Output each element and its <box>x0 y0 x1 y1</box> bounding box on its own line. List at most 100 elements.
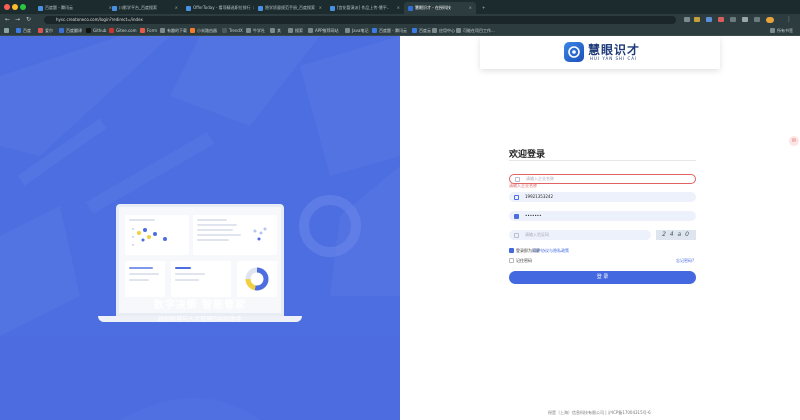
login-panel: 慧眼识才 HUI YAN SHI CAI 欢迎登录 请输入企业名称 请输入企业名… <box>400 36 800 420</box>
folder-icon <box>770 28 775 33</box>
bookmark-item[interactable]: 有趣的下载 <box>160 27 187 34</box>
browser-tab-active[interactable]: 慧眼识才 - 在授科技 × <box>404 2 476 14</box>
browser-tab[interactable]: 隐学质量规范手册_百度搜索 × <box>254 2 326 14</box>
browser-tab[interactable]: OfferToday - 看项精选职位排行× <box>182 2 254 14</box>
illustration-panel <box>171 261 231 297</box>
folder-icon <box>270 28 275 33</box>
bookmark-favicon-icon <box>160 28 165 33</box>
terms-link[interactable]: 用户协议与隐私政策 <box>533 248 569 253</box>
tab-favicon-icon <box>112 5 117 11</box>
eye-logo-icon <box>564 42 584 62</box>
illustration-panel <box>125 215 189 255</box>
bookmark-item[interactable]: 百度云 <box>412 27 431 34</box>
floating-help-icon[interactable]: ✉ <box>789 136 799 146</box>
login-title: 欢迎登录 <box>509 150 546 160</box>
captcha-image[interactable]: 2 4 a 0 <box>656 230 696 240</box>
bookmark-item[interactable]: Form <box>140 27 157 34</box>
brand-pinyin: HUI YAN SHI CAI <box>590 56 638 61</box>
phone-icon <box>514 194 519 200</box>
bookmark-favicon-icon <box>412 28 417 33</box>
bookmark-favicon-icon <box>86 28 91 33</box>
maximize-window-icon[interactable] <box>20 4 26 10</box>
browser-tab-bar: 百度题 - 腾讯云 × 川影学平台_百度搜索 × OfferToday - 看项精选… <box>0 0 800 14</box>
tab-close-icon[interactable]: × <box>469 2 472 14</box>
agree-checkbox[interactable] <box>509 248 514 253</box>
browser-toolbar: ← → ↻ hysc.creatoneco.com/login?redirect… <box>0 14 800 25</box>
browser-tab[interactable]: [宫化管演派] 作品上传-慧平.. × <box>326 2 404 14</box>
scatter-illustration <box>132 228 167 246</box>
tab-close-icon[interactable]: × <box>319 2 322 14</box>
tab-favicon-icon <box>38 5 43 11</box>
folder-icon <box>456 28 461 33</box>
browser-tab[interactable]: 百度题 - 腾讯云 × <box>34 2 116 14</box>
back-icon[interactable]: ← <box>5 16 10 23</box>
close-window-icon[interactable] <box>4 4 10 10</box>
bookmark-item[interactable]: 牛学社 <box>246 27 265 34</box>
bookmark-item[interactable]: 百度翻译 <box>59 27 82 34</box>
remember-label: 记住密码 <box>516 258 532 263</box>
bookmark-item[interactable]: 搜索 <box>288 27 303 34</box>
tab-favicon-icon <box>408 5 413 11</box>
new-tab-button[interactable]: + <box>478 2 488 14</box>
folder-icon <box>432 28 437 33</box>
forward-icon[interactable]: → <box>15 16 20 23</box>
bookmark-item[interactable]: 应用中心 <box>432 27 455 34</box>
bookmark-item[interactable]: 百度 <box>16 27 31 34</box>
apps-icon[interactable] <box>4 27 9 34</box>
promo-headline: 数字决策 智能管家 <box>153 300 247 311</box>
captcha-input[interactable]: 请输入验证码 <box>509 230 651 240</box>
bookmark-favicon-icon <box>109 28 114 33</box>
illustration-panel <box>125 261 165 297</box>
password-input[interactable]: ••••••• <box>509 211 696 221</box>
folder-icon <box>246 28 251 33</box>
tab-close-icon[interactable]: × <box>175 2 178 14</box>
illustration-panel <box>237 261 277 297</box>
browser-tab[interactable]: 川影学平台_百度搜索 × <box>108 2 182 14</box>
sidebar-icon[interactable] <box>754 17 760 22</box>
tab-favicon-icon <box>186 5 191 11</box>
more-menu-icon[interactable]: ⋮ <box>786 16 792 23</box>
url-text: hysc.creatoneco.com/login?redirect=/inde… <box>56 17 143 22</box>
company-name-input[interactable]: 请输入企业名称 <box>509 174 696 184</box>
forgot-password-link[interactable]: 忘记密码? <box>676 258 694 263</box>
promo-panel: 数字决策 智能管家 组织经营与人才管理的AI好助手 <box>0 36 400 420</box>
all-bookmarks[interactable]: 所有书签 <box>770 27 793 34</box>
bookmark-item[interactable]: 小米路由器 <box>190 27 217 34</box>
tab-close-icon[interactable]: × <box>397 2 400 14</box>
minimize-window-icon[interactable] <box>12 4 18 10</box>
bookmark-favicon-icon <box>222 28 227 33</box>
bookmark-item[interactable]: Java笔记 <box>345 27 368 34</box>
phone-input[interactable]: 19921353242 <box>509 192 696 202</box>
tab-favicon-icon <box>258 5 263 11</box>
bookmark-favicon-icon <box>190 28 195 33</box>
reload-icon[interactable]: ↻ <box>26 16 31 23</box>
extension-icon[interactable] <box>742 17 748 22</box>
profile-avatar[interactable] <box>766 17 774 23</box>
mini-dots-illustration <box>253 227 267 241</box>
login-button[interactable]: 登 录 <box>509 271 696 284</box>
extension-icon[interactable] <box>730 17 736 22</box>
donut-illustration <box>245 267 269 291</box>
bookmark-favicon-icon <box>38 28 43 33</box>
tab-favicon-icon <box>330 5 335 11</box>
extension-icon[interactable] <box>718 17 724 22</box>
bookmark-item[interactable]: TrendX <box>222 27 243 34</box>
bookmark-item[interactable]: Github <box>86 27 106 34</box>
illustration-panel <box>193 215 277 255</box>
promo-subline: 组织经营与人才管理的AI好助手 <box>158 316 242 323</box>
bookmark-item[interactable]: 百度题 - 腾讯云 <box>372 27 407 34</box>
bookmarks-bar: 百度 爱尔 百度翻译 Github Gitee.com Form 有趣的下载 小… <box>0 25 800 36</box>
bookmark-item[interactable]: 其 <box>270 27 281 34</box>
bookmark-item[interactable]: 可能在项目工作... <box>456 27 495 34</box>
extension-icon[interactable] <box>684 17 690 22</box>
folder-icon <box>345 28 350 33</box>
bookmark-star-icon[interactable] <box>694 17 700 22</box>
company-icon <box>515 176 520 182</box>
address-bar[interactable]: hysc.creatoneco.com/login?redirect=/inde… <box>44 16 676 24</box>
remember-checkbox[interactable] <box>509 258 514 263</box>
bookmark-item[interactable]: APP推荐网站 <box>308 27 339 34</box>
extension-icon[interactable] <box>706 17 712 22</box>
bookmark-favicon-icon <box>372 28 377 33</box>
bookmark-item[interactable]: 爱尔 <box>38 27 53 34</box>
bookmark-item[interactable]: Gitee.com <box>109 27 137 34</box>
